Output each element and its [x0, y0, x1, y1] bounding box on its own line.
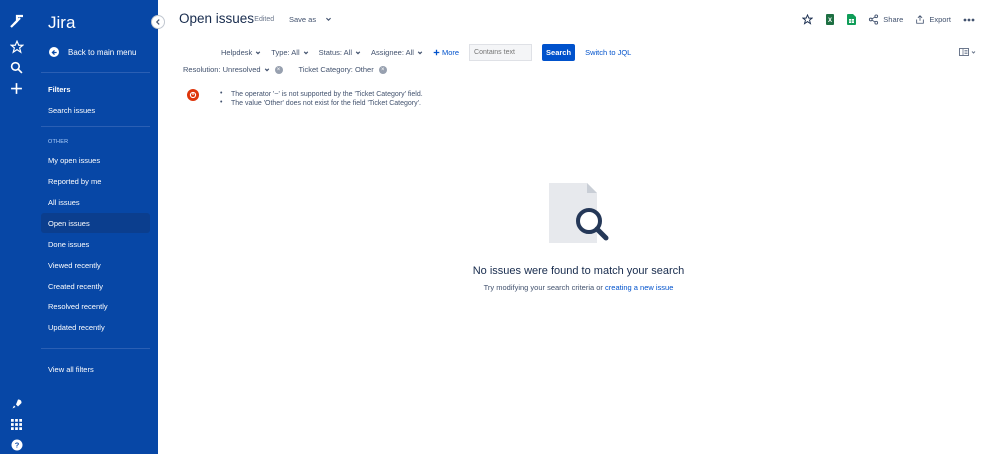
- error-messages: The operator '~' is not supported by the…: [220, 90, 423, 109]
- share-button[interactable]: Share: [868, 14, 903, 25]
- help-icon[interactable]: ?: [8, 436, 25, 453]
- resolution-filter[interactable]: Resolution: Unresolved ×: [183, 65, 283, 74]
- project-filter-label: Helpdesk: [221, 48, 253, 57]
- sidebar-item-all-issues[interactable]: All issues: [48, 198, 80, 207]
- share-icon: [869, 14, 879, 25]
- back-to-main-menu[interactable]: Back to main menu: [49, 47, 136, 57]
- star-icon[interactable]: [8, 38, 25, 55]
- clear-resolution-filter-icon[interactable]: ×: [274, 65, 283, 74]
- search-icon[interactable]: [8, 59, 25, 76]
- status-filter-label: Status: All: [318, 48, 352, 57]
- chevron-down-icon: [264, 67, 269, 71]
- filter-bar: Helpdesk Type: All Status: All Assignee:…: [221, 44, 631, 61]
- arrow-left-icon: [49, 47, 59, 57]
- chevron-down-icon: [256, 50, 261, 54]
- sidebar-item-resolved-recently[interactable]: Resolved recently: [48, 302, 108, 311]
- sidebar-item-updated-recently[interactable]: Updated recently: [48, 323, 105, 332]
- google-sheets-icon: [847, 14, 857, 25]
- more-filters-button[interactable]: More: [433, 48, 459, 57]
- app-switcher-icon[interactable]: [8, 416, 25, 433]
- header-actions: X Share Export: [802, 14, 975, 25]
- page-title: Open issues: [179, 11, 255, 26]
- sidebar-item-search-issues[interactable]: Search issues: [48, 106, 95, 115]
- excel-icon: X: [826, 14, 835, 25]
- export-icon: [916, 15, 925, 24]
- chevron-down-icon: [417, 50, 423, 54]
- no-results-illustration-icon: [549, 183, 609, 243]
- sidebar-section-label: OTHER: [48, 139, 69, 145]
- view-toggle-button[interactable]: [957, 45, 977, 59]
- more-dots-icon: [963, 18, 975, 21]
- empty-state-subtitle: Try modifying your search criteria or cr…: [158, 283, 999, 292]
- favourite-star-button[interactable]: [802, 14, 814, 25]
- main-content: Open issues · Edited Save as X Share Exp…: [158, 0, 999, 454]
- collapse-sidebar-button[interactable]: [151, 15, 165, 29]
- export-excel-button[interactable]: X: [825, 14, 835, 25]
- active-filter-bar: Resolution: Unresolved × Ticket Category…: [183, 65, 387, 74]
- export-google-sheets-button[interactable]: [847, 14, 857, 25]
- edited-indicator: · Edited: [250, 16, 275, 23]
- search-button[interactable]: Search: [542, 44, 576, 61]
- svg-text:X: X: [828, 18, 832, 24]
- error-icon: [187, 89, 199, 101]
- sidebar-item-viewed-recently[interactable]: Viewed recently: [48, 261, 101, 270]
- ticket-category-filter-label: Ticket Category: Other: [298, 65, 374, 74]
- ticket-category-filter[interactable]: Ticket Category: Other ×: [299, 65, 387, 74]
- save-as-button[interactable]: Save as: [289, 15, 332, 24]
- resolution-filter-label: Resolution: Unresolved: [183, 65, 261, 74]
- empty-state-title: No issues were found to match your searc…: [472, 265, 685, 277]
- status-filter[interactable]: Status: All: [319, 48, 361, 57]
- chevron-left-icon: [155, 19, 160, 25]
- assignee-filter[interactable]: Assignee: All: [371, 48, 423, 57]
- error-message: The operator '~' is not supported by the…: [220, 90, 423, 98]
- sidebar-item-reported-by-me[interactable]: Reported by me: [48, 177, 101, 186]
- clear-ticket-category-filter-icon[interactable]: ×: [378, 65, 387, 74]
- more-filters-label: More: [441, 48, 460, 57]
- error-message: The value 'Other' does not exist for the…: [220, 99, 423, 107]
- app-title: Jira: [48, 13, 76, 32]
- save-as-label: Save as: [289, 15, 317, 24]
- jira-logo-icon[interactable]: [8, 12, 25, 29]
- create-plus-icon[interactable]: [8, 80, 25, 97]
- svg-text:?: ?: [14, 440, 19, 449]
- assignee-filter-label: Assignee: All: [371, 48, 414, 57]
- more-actions-button[interactable]: [963, 18, 975, 22]
- share-label: Share: [883, 15, 904, 24]
- empty-state-subtitle-text: Try modifying your search criteria or: [483, 283, 603, 292]
- contains-text-input[interactable]: [469, 44, 533, 61]
- chevron-down-icon: [303, 50, 308, 54]
- sidebar-divider: [41, 348, 150, 349]
- chevron-down-icon: [326, 17, 332, 21]
- filters-heading: Filters: [48, 85, 71, 94]
- sidebar-item-my-open-issues[interactable]: My open issues: [48, 156, 100, 165]
- sidebar-divider: [41, 72, 150, 73]
- list-view-icon: [958, 48, 969, 56]
- project-filter[interactable]: Helpdesk: [221, 48, 261, 57]
- sidebar-item-done-issues[interactable]: Done issues: [48, 240, 89, 249]
- type-filter-label: Type: All: [271, 48, 300, 57]
- global-nav-rail: ?: [0, 0, 33, 454]
- sidebar-item-open-issues[interactable]: Open issues: [48, 219, 90, 228]
- create-new-issue-link[interactable]: creating a new issue: [605, 283, 673, 292]
- star-outline-icon: [802, 14, 814, 25]
- type-filter[interactable]: Type: All: [271, 48, 308, 57]
- rocket-icon[interactable]: [8, 395, 25, 412]
- project-sidebar: Jira Back to main menu Filters Search is…: [33, 0, 158, 454]
- chevron-down-icon: [971, 50, 975, 54]
- sidebar-divider: [41, 126, 150, 127]
- export-button[interactable]: Export: [915, 14, 951, 25]
- plus-icon: [433, 49, 440, 56]
- export-label: Export: [929, 15, 951, 24]
- back-label: Back to main menu: [68, 47, 137, 57]
- switch-to-jql-link[interactable]: Switch to JQL: [585, 48, 631, 57]
- sidebar-item-created-recently[interactable]: Created recently: [48, 282, 103, 291]
- view-all-filters-link[interactable]: View all filters: [48, 365, 94, 374]
- chevron-down-icon: [355, 50, 361, 54]
